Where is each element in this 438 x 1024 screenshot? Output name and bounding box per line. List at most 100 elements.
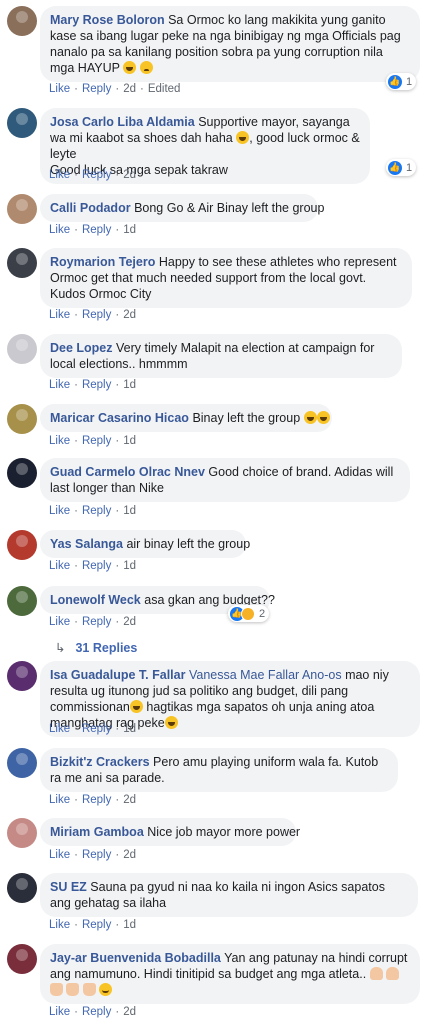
laughing-crying-emoji: [236, 131, 250, 144]
reply-link[interactable]: Reply: [82, 560, 111, 572]
reaction-summary[interactable]: 👍 1: [386, 73, 417, 90]
reply-link[interactable]: Reply: [82, 616, 111, 628]
comment-time[interactable]: 2d: [123, 1006, 136, 1018]
avatar[interactable]: [7, 458, 37, 488]
like-link[interactable]: Like: [49, 169, 70, 181]
comment-author[interactable]: Dee Lopez: [50, 341, 113, 355]
reply-link[interactable]: Reply: [82, 794, 111, 806]
comment-bubble: Maricar Casarino Hicao Binay left the gr…: [40, 404, 332, 432]
like-link[interactable]: Like: [49, 723, 70, 735]
comment-time[interactable]: 2d: [123, 616, 136, 628]
comment-bubble: Roymarion Tejero Happy to see these athl…: [40, 248, 412, 308]
reaction-summary[interactable]: 👍 2: [228, 605, 270, 622]
comment-actions: Like · Reply · 2d · Edited: [49, 83, 181, 95]
like-link[interactable]: Like: [49, 309, 70, 321]
like-link[interactable]: Like: [49, 435, 70, 447]
reply-link[interactable]: Reply: [82, 919, 111, 931]
comment-author[interactable]: SU EZ: [50, 880, 87, 894]
reply-link[interactable]: Reply: [82, 505, 111, 517]
comment-actions: Like · Reply · 2d: [49, 309, 136, 321]
comment-author[interactable]: Yas Salanga: [50, 537, 123, 551]
comment-time[interactable]: 2d: [123, 794, 136, 806]
haha-icon: [241, 606, 255, 621]
comment-author[interactable]: Lonewolf Weck: [50, 593, 141, 607]
avatar[interactable]: [7, 6, 37, 36]
raised-hand-emoji: [369, 967, 383, 980]
comment-actions: Like · Reply · 2d: [49, 616, 136, 628]
reaction-summary[interactable]: 👍 1: [386, 159, 417, 176]
avatar[interactable]: [7, 873, 37, 903]
comment-actions: Like · Reply · 1d: [49, 379, 136, 391]
comment-author[interactable]: Mary Rose Boloron: [50, 13, 165, 27]
reply-link[interactable]: Reply: [82, 224, 111, 236]
reaction-count: 2: [259, 607, 266, 620]
avatar[interactable]: [7, 194, 37, 224]
avatar[interactable]: [7, 334, 37, 364]
comment-time[interactable]: 2d: [123, 309, 136, 321]
comment-actions: Like · Reply · 2d: [49, 794, 136, 806]
like-link[interactable]: Like: [49, 1006, 70, 1018]
comment-time[interactable]: 2d: [123, 849, 136, 861]
comment-author[interactable]: Calli Podador: [50, 201, 131, 215]
like-link[interactable]: Like: [49, 505, 70, 517]
reply-link[interactable]: Reply: [82, 1006, 111, 1018]
avatar[interactable]: [7, 248, 37, 278]
reply-link[interactable]: Reply: [82, 83, 111, 95]
comment-bubble: Guad Carmelo Olrac Nnev Good choice of b…: [40, 458, 410, 502]
comment-text: Bong Go & Air Binay left the group: [134, 201, 325, 215]
comment-author[interactable]: Jay-ar Buenvenida Bobadilla: [50, 951, 221, 965]
view-replies-link[interactable]: ↳ 31 Replies: [55, 640, 137, 655]
comment-author[interactable]: Maricar Casarino Hicao: [50, 411, 189, 425]
like-link[interactable]: Like: [49, 224, 70, 236]
comment-time[interactable]: 1d: [123, 224, 136, 236]
replies-count[interactable]: 31 Replies: [75, 641, 137, 655]
comment-actions: Like · Reply · 2d: [49, 849, 136, 861]
comment-author[interactable]: Roymarion Tejero: [50, 255, 155, 269]
like-link[interactable]: Like: [49, 794, 70, 806]
reply-link[interactable]: Reply: [82, 309, 111, 321]
comment-author[interactable]: Guad Carmelo Olrac Nnev: [50, 465, 205, 479]
reply-link[interactable]: Reply: [82, 379, 111, 391]
comment-actions: Like · Reply · 2d: [49, 1006, 136, 1018]
comment-time[interactable]: 1d: [123, 560, 136, 572]
comment-actions: Like · Reply · 1d: [49, 505, 136, 517]
avatar[interactable]: [7, 108, 37, 138]
like-link[interactable]: Like: [49, 919, 70, 931]
comment-time[interactable]: 1d: [123, 723, 136, 735]
avatar[interactable]: [7, 530, 37, 560]
edited-label: Edited: [147, 83, 181, 95]
comment-author[interactable]: Bizkit'z Crackers: [50, 755, 150, 769]
like-link[interactable]: Like: [49, 560, 70, 572]
reply-link[interactable]: Reply: [82, 849, 111, 861]
avatar[interactable]: [7, 748, 37, 778]
reply-link[interactable]: Reply: [82, 435, 111, 447]
comment-author[interactable]: Isa Guadalupe T. Fallar: [50, 668, 185, 682]
comment-actions: Like · Reply · 1d: [49, 723, 136, 735]
rolling-laughing-emoji: [164, 716, 178, 729]
avatar[interactable]: [7, 661, 37, 691]
comment-bubble: Miriam Gamboa Nice job mayor more power: [40, 818, 300, 846]
like-link[interactable]: Like: [49, 849, 70, 861]
comment-actions: Like · Reply · 1d: [49, 224, 136, 236]
like-link[interactable]: Like: [49, 83, 70, 95]
reply-link[interactable]: Reply: [82, 169, 111, 181]
comment-time[interactable]: 1d: [123, 505, 136, 517]
comment-time[interactable]: 1d: [123, 379, 136, 391]
avatar[interactable]: [7, 818, 37, 848]
laughing-crying-emoji: [123, 61, 137, 74]
like-link[interactable]: Like: [49, 616, 70, 628]
comment-time[interactable]: 1d: [123, 435, 136, 447]
avatar[interactable]: [7, 944, 37, 974]
mentioned-user[interactable]: Vanessa Mae Fallar Ano-os: [189, 668, 342, 682]
laughing-crying-emoji: [316, 411, 330, 424]
comment-author[interactable]: Miriam Gamboa: [50, 825, 144, 839]
reply-link[interactable]: Reply: [82, 723, 111, 735]
comment-time[interactable]: 2d: [123, 169, 136, 181]
avatar[interactable]: [7, 404, 37, 434]
comment-author[interactable]: Josa Carlo Liba Aldamia: [50, 115, 195, 129]
avatar[interactable]: [7, 586, 37, 616]
comment-time[interactable]: 2d: [123, 83, 136, 95]
reaction-count: 1: [406, 75, 413, 88]
like-link[interactable]: Like: [49, 379, 70, 391]
comment-time[interactable]: 1d: [123, 919, 136, 931]
